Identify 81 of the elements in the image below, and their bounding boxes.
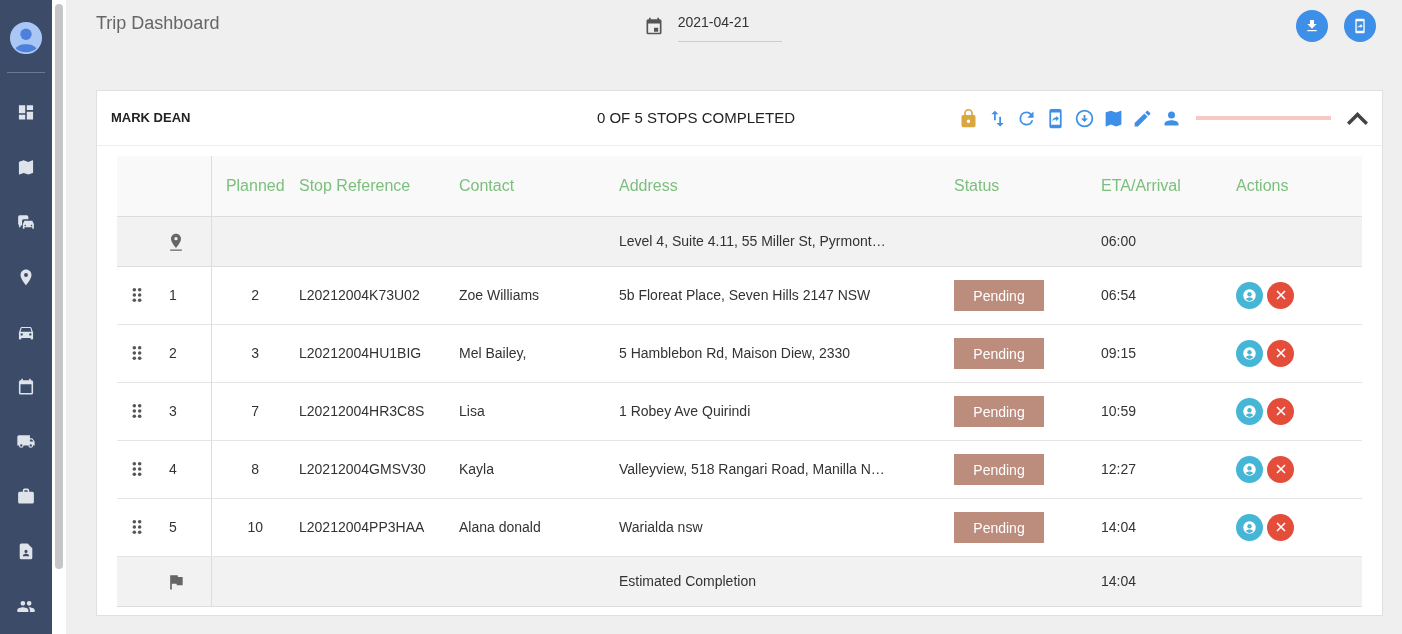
- remove-button[interactable]: [1267, 339, 1294, 367]
- person-icon: [1242, 287, 1257, 303]
- download-icon: [1304, 18, 1320, 34]
- drag-handle-icon[interactable]: [131, 519, 143, 535]
- address-text: 1 Robey Ave Quirindi: [619, 402, 751, 419]
- close-icon: [1274, 289, 1287, 301]
- close-icon: [1274, 347, 1287, 359]
- eta-time: 06:00: [1101, 232, 1137, 249]
- stops-summary: 0 OF 5 STOPS COMPLETED: [595, 107, 797, 128]
- scrollbar-thumb[interactable]: [55, 4, 63, 569]
- status-button[interactable]: Pending: [954, 511, 1044, 543]
- briefcase-icon[interactable]: [16, 487, 37, 507]
- completion-label: Estimated Completion: [619, 572, 756, 589]
- status-button[interactable]: Pending: [954, 453, 1044, 485]
- drag-handle-icon[interactable]: [131, 345, 143, 361]
- stop-number: 3: [169, 401, 177, 421]
- phone-share-button[interactable]: [1344, 10, 1376, 42]
- stop-number: 4: [169, 459, 177, 479]
- person-icon: [1242, 345, 1257, 361]
- download-button[interactable]: [1296, 10, 1328, 42]
- remove-button[interactable]: [1267, 513, 1294, 541]
- stop-number: 5: [169, 517, 177, 537]
- stop-number: 1: [169, 285, 177, 305]
- phone-share-icon: [1352, 17, 1368, 35]
- stop-reference: L20212004GMSV30: [299, 460, 426, 477]
- column-header[interactable]: Actions: [1236, 176, 1289, 194]
- planned-number: 7: [251, 402, 260, 419]
- stop-reference: L20212004PP3HAA: [299, 518, 425, 535]
- column-header[interactable]: ETA/Arrival: [1101, 176, 1181, 194]
- planned-number: 2: [251, 286, 260, 303]
- contact-name: Kayla: [459, 460, 495, 477]
- stop-reference: L20212004HR3C8S: [299, 402, 425, 419]
- driver-name: MARK DEAN: [111, 109, 192, 128]
- address-text: 5 Hamblebon Rd, Maison Diew, 2330: [619, 344, 851, 361]
- assign-person-button[interactable]: [1236, 455, 1263, 483]
- stop-number: 2: [169, 343, 177, 363]
- planned-number: 10: [247, 518, 264, 535]
- close-icon: [1274, 405, 1287, 417]
- address-text: 5b Floreat Place, Seven Hills 2147 NSW: [619, 286, 871, 303]
- contact-name: Alana donald: [459, 518, 541, 535]
- planned-number: 8: [251, 460, 260, 477]
- eta-time: 12:27: [1101, 460, 1137, 477]
- date-field[interactable]: 2021-04-21: [677, 10, 782, 42]
- stop-reference: L20212004HU1BIG: [299, 344, 422, 361]
- close-icon: [1274, 463, 1287, 475]
- close-icon: [1274, 521, 1287, 533]
- eta-time: 14:04: [1101, 572, 1137, 589]
- status-button[interactable]: Pending: [954, 337, 1044, 369]
- contact-name: Mel Bailey,: [459, 344, 527, 361]
- drag-handle-icon[interactable]: [131, 461, 143, 477]
- eta-time: 14:04: [1101, 518, 1137, 535]
- contact-name: Zoe Williams: [459, 286, 540, 303]
- column-header[interactable]: Status: [954, 176, 1000, 194]
- assign-person-button[interactable]: [1236, 397, 1263, 425]
- column-header[interactable]: Contact: [459, 176, 515, 194]
- eta-time: 09:15: [1101, 344, 1137, 361]
- assign-person-button[interactable]: [1236, 339, 1263, 367]
- column-header[interactable]: Address: [619, 176, 678, 194]
- assign-person-button[interactable]: [1236, 513, 1263, 541]
- address-text: Level 4, Suite 4.11, 55 Miller St, Pyrmont…: [619, 232, 886, 249]
- remove-button[interactable]: [1267, 397, 1294, 425]
- remove-button[interactable]: [1267, 455, 1294, 483]
- assign-person-button[interactable]: [1236, 281, 1263, 309]
- address-text: Valleyview, 518 Rangari Road, Manilla N…: [619, 460, 885, 477]
- planned-number: 3: [251, 344, 260, 361]
- eta-time: 10:59: [1101, 402, 1137, 419]
- stop-reference: L20212004K73U02: [299, 286, 420, 303]
- vehicles-icon[interactable]: [16, 212, 37, 232]
- person-icon: [1242, 519, 1257, 535]
- drag-handle-icon[interactable]: [131, 403, 143, 419]
- status-button[interactable]: Pending: [954, 395, 1044, 427]
- address-text: Warialda nsw: [619, 518, 703, 535]
- person-icon: [1242, 461, 1257, 477]
- remove-button[interactable]: [1267, 281, 1294, 309]
- contact-name: Lisa: [459, 402, 485, 419]
- person-icon: [1242, 403, 1257, 419]
- page-title: Trip Dashboard: [96, 12, 220, 35]
- status-button[interactable]: Pending: [954, 279, 1044, 311]
- eta-time: 06:54: [1101, 286, 1137, 303]
- drag-handle-icon[interactable]: [131, 287, 143, 303]
- avatar-icon[interactable]: [9, 22, 44, 55]
